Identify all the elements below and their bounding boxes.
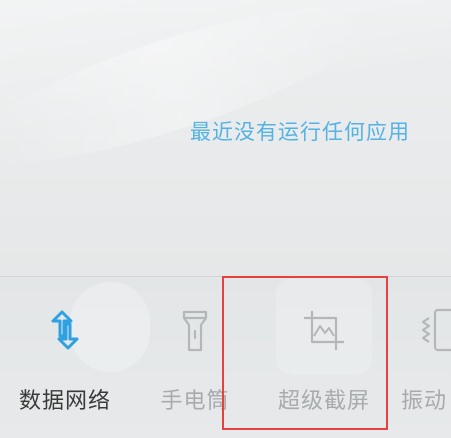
empty-recents-message: 最近没有运行任何应用 [190, 120, 410, 144]
recents-screen: 最近没有运行任何应用 数据网络 手电筒 超级截屏 振动 [0, 0, 451, 438]
quick-tile-vibrate[interactable]: 振动 [389, 290, 451, 430]
quick-tile-label: 振动 [401, 389, 448, 414]
data-network-icon [51, 310, 79, 350]
highlight-box [222, 276, 388, 430]
quick-tile-label: 数据网络 [18, 389, 111, 414]
flashlight-icon [182, 310, 208, 352]
vibrate-icon [421, 308, 451, 352]
quick-tile-data-network[interactable]: 数据网络 [0, 290, 130, 430]
